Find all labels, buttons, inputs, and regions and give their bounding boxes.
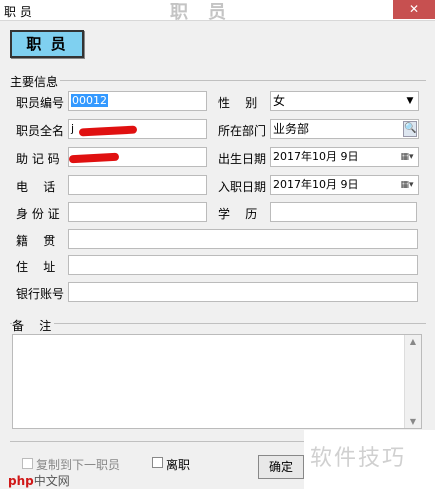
id-input[interactable] [68, 202, 207, 222]
edu-input[interactable] [270, 202, 417, 222]
gender-value: 女 [273, 94, 286, 108]
window-title-ghost: 职员 [170, 2, 246, 23]
close-button[interactable]: ✕ [393, 0, 435, 19]
join-label: 入职日期 [218, 180, 267, 194]
bank-label: 银行账号 [16, 287, 65, 301]
dept-label: 所在部门 [218, 124, 267, 138]
resign-label: 离职 [166, 458, 191, 472]
origin-label: 籍 贯 [16, 234, 56, 248]
memo-label: 备 注 [12, 317, 55, 334]
memo-scrollbar[interactable]: ▲ ▼ [404, 335, 421, 428]
address-input[interactable] [68, 255, 418, 275]
id-label: 身 份 证 [16, 207, 60, 221]
search-icon[interactable]: 🔍 [403, 121, 417, 137]
name-label: 职员全名 [16, 124, 65, 138]
gender-select[interactable]: 女 ▼ [270, 91, 419, 111]
calendar-icon[interactable]: ▦▾ [397, 149, 417, 165]
phone-label: 电 话 [16, 180, 56, 194]
origin-input[interactable] [68, 229, 418, 249]
name-value: j [71, 122, 75, 135]
phone-input[interactable] [68, 175, 207, 195]
birth-value: 2017年10月 9日 [273, 150, 359, 163]
join-date-picker[interactable]: 2017年10月 9日 ▦▾ [270, 175, 419, 195]
gender-label: 性 别 [218, 96, 258, 110]
ok-button[interactable]: 确定 [258, 455, 304, 479]
edu-label: 学 历 [218, 207, 258, 221]
group-title: 主要信息 [10, 73, 61, 90]
copy-next-checkbox[interactable] [22, 458, 33, 469]
name-input[interactable]: j [68, 119, 207, 139]
emp-no-label: 职员编号 [16, 96, 65, 110]
window-title: 职 员 [4, 5, 32, 19]
memo-textarea[interactable]: ▲ ▼ [12, 334, 422, 429]
redaction-scribble [69, 152, 120, 164]
mnemonic-input[interactable] [68, 147, 207, 167]
redaction-scribble [78, 125, 138, 137]
join-value: 2017年10月 9日 [273, 178, 359, 191]
emp-no-input[interactable]: 00012 [68, 91, 207, 111]
copy-next-label: 复制到下一职员 [36, 458, 121, 472]
emp-no-value: 00012 [71, 94, 108, 107]
employee-header-button[interactable]: 职 员 [10, 30, 84, 58]
memo-divider [10, 323, 426, 324]
birth-label: 出生日期 [218, 152, 267, 166]
scroll-up-icon[interactable]: ▲ [405, 337, 421, 346]
chevron-down-icon[interactable]: ▼ [403, 93, 417, 109]
watermark-logo: php中文网 [8, 474, 70, 488]
birth-date-picker[interactable]: 2017年10月 9日 ▦▾ [270, 147, 419, 167]
dept-input[interactable]: 业务部 🔍 [270, 119, 419, 139]
calendar-icon[interactable]: ▦▾ [397, 177, 417, 193]
resign-checkbox[interactable] [152, 457, 163, 468]
dept-value: 业务部 [273, 122, 310, 136]
scroll-down-icon[interactable]: ▼ [405, 417, 421, 426]
mnemonic-label: 助 记 码 [16, 152, 60, 166]
bank-input[interactable] [68, 282, 418, 302]
group-divider [10, 80, 426, 81]
address-label: 住 址 [16, 260, 56, 274]
watermark-text: 软件技巧 [310, 446, 407, 471]
